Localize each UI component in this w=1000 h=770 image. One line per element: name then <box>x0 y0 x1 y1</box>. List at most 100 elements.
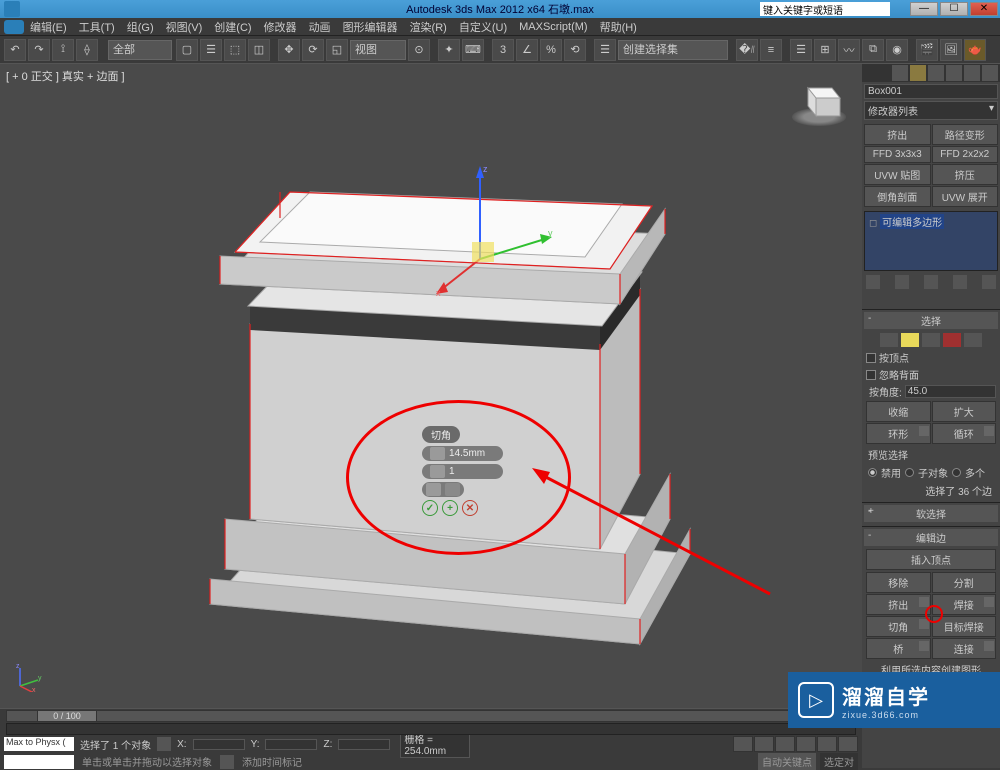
bridge-options-icon[interactable] <box>919 641 929 651</box>
window-crossing-button[interactable]: ◫ <box>248 39 270 61</box>
shrink-button[interactable]: 收缩 <box>866 401 931 422</box>
autokey-button[interactable] <box>733 736 753 752</box>
layer-button[interactable]: ☰ <box>790 39 812 61</box>
autokey-label[interactable]: 自动关键点 <box>758 753 816 770</box>
chamfer-button[interactable]: 切角 <box>866 616 931 637</box>
align-button[interactable]: ≡ <box>760 39 782 61</box>
btn-bevelprofile[interactable]: 倒角剖面 <box>864 186 931 207</box>
scale-button[interactable]: ◱ <box>326 39 348 61</box>
remove-button[interactable]: 移除 <box>866 572 931 593</box>
btn-uvwunwrap[interactable]: UVW 展开 <box>932 186 999 207</box>
help-search-input[interactable]: 键入关键字或短语 <box>760 2 890 16</box>
z-coord-field[interactable] <box>338 739 390 750</box>
connect-options-icon[interactable] <box>984 641 994 651</box>
go-start-button[interactable] <box>754 736 774 752</box>
ring-options-icon[interactable] <box>919 426 929 436</box>
play-button[interactable] <box>796 736 816 752</box>
snap-toggle-button[interactable]: 3 <box>492 39 514 61</box>
move-button[interactable]: ✥ <box>278 39 300 61</box>
rollout-edit-edges-title[interactable]: 编辑边 <box>864 529 998 546</box>
subobj-element-icon[interactable] <box>964 333 982 347</box>
split-button[interactable]: 分割 <box>932 572 997 593</box>
y-coord-field[interactable] <box>265 739 317 750</box>
menu-animation[interactable]: 动画 <box>309 19 331 35</box>
rollout-soft-title[interactable]: +软选择 <box>864 505 998 522</box>
insert-vertex-button[interactable]: 插入顶点 <box>866 549 996 570</box>
track-bar[interactable] <box>6 723 856 735</box>
subobj-edge-icon[interactable] <box>901 333 919 347</box>
x-coord-field[interactable] <box>193 739 245 750</box>
manipulate-button[interactable]: ✦ <box>438 39 460 61</box>
prev-frame-button[interactable] <box>775 736 795 752</box>
chamfer-options-icon[interactable] <box>919 619 929 629</box>
lock-selection-icon[interactable] <box>157 737 171 751</box>
time-tag[interactable]: 添加时间标记 <box>242 754 302 769</box>
preview-off-radio[interactable] <box>868 468 877 477</box>
rendered-frame-button[interactable]: 🖼 <box>940 39 962 61</box>
maxscript-listener[interactable]: Max to Physx ( <box>4 737 74 751</box>
preview-subobj-radio[interactable] <box>905 468 914 477</box>
viewcube[interactable] <box>792 76 846 130</box>
menu-edit[interactable]: 编辑(E) <box>30 19 67 35</box>
caddy-cancel-button[interactable]: ✕ <box>462 500 478 516</box>
rotate-button[interactable]: ⟳ <box>302 39 324 61</box>
go-end-button[interactable] <box>838 736 858 752</box>
object-name-field[interactable]: Box001 <box>864 84 998 99</box>
caddy-apply-button[interactable]: + <box>442 500 458 516</box>
extrude-options-icon[interactable] <box>919 597 929 607</box>
link-button[interactable]: ⟟ <box>52 39 74 61</box>
select-region-button[interactable]: ⬚ <box>224 39 246 61</box>
rollout-selection-title[interactable]: 选择 <box>864 312 998 329</box>
tab-display-icon[interactable] <box>964 65 980 81</box>
pivot-button[interactable]: ⊙ <box>408 39 430 61</box>
subobj-polygon-icon[interactable] <box>943 333 961 347</box>
ring-button[interactable]: 环形 <box>866 423 931 444</box>
modifier-list-dropdown[interactable]: 修改器列表▾ <box>864 101 998 120</box>
minimize-button[interactable]: — <box>910 2 938 16</box>
btn-ffd222[interactable]: FFD 2x2x2 <box>932 146 999 163</box>
material-editor-button[interactable]: ◉ <box>886 39 908 61</box>
weld-button[interactable]: 焊接 <box>932 594 997 615</box>
btn-ffd333[interactable]: FFD 3x3x3 <box>864 146 931 163</box>
angle-snap-button[interactable]: ∠ <box>516 39 538 61</box>
viewport[interactable]: [ + 0 正交 ] 真实 + 边面 ] <box>0 64 862 708</box>
time-slider-handle[interactable]: 0 / 100 <box>37 710 97 722</box>
isolate-icon[interactable] <box>220 755 234 769</box>
connect-button[interactable]: 连接 <box>932 638 997 659</box>
pin-stack-icon[interactable] <box>866 275 880 289</box>
named-selset-button[interactable]: ☰ <box>594 39 616 61</box>
menu-modifiers[interactable]: 修改器 <box>264 19 297 35</box>
select-button[interactable]: ▢ <box>176 39 198 61</box>
remove-modifier-icon[interactable] <box>953 275 967 289</box>
percent-snap-button[interactable]: % <box>540 39 562 61</box>
maximize-button[interactable]: ☐ <box>940 2 968 16</box>
target-weld-button[interactable]: 目标焊接 <box>932 616 997 637</box>
preview-multi-radio[interactable] <box>952 468 961 477</box>
subobj-border-icon[interactable] <box>922 333 940 347</box>
grow-button[interactable]: 扩大 <box>932 401 997 422</box>
menu-tools[interactable]: 工具(T) <box>79 19 115 35</box>
menu-group[interactable]: 组(G) <box>127 19 154 35</box>
tab-motion-icon[interactable] <box>946 65 962 81</box>
subobj-vertex-icon[interactable] <box>880 333 898 347</box>
app-menu-icon[interactable] <box>4 20 24 34</box>
menu-rendering[interactable]: 渲染(R) <box>410 19 447 35</box>
by-vertex-checkbox[interactable] <box>866 353 876 363</box>
time-slider[interactable]: 0 / 100 <box>6 710 856 722</box>
menu-grapheditors[interactable]: 图形编辑器 <box>343 19 398 35</box>
menu-help[interactable]: 帮助(H) <box>600 19 637 35</box>
close-button[interactable]: ✕ <box>970 2 998 16</box>
graphite-button[interactable]: ⊞ <box>814 39 836 61</box>
loop-button[interactable]: 循环 <box>932 423 997 444</box>
btn-extrude[interactable]: 挤出 <box>864 124 931 145</box>
chamfer-segments-field[interactable]: 1 <box>422 464 503 479</box>
configure-sets-icon[interactable] <box>982 275 996 289</box>
extrude-edge-button[interactable]: 挤出 <box>866 594 931 615</box>
selection-filter-dropdown[interactable]: 全部 <box>108 40 172 60</box>
curve-editor-button[interactable]: 〰 <box>838 39 860 61</box>
undo-button[interactable]: ↶ <box>4 39 26 61</box>
select-name-button[interactable]: ☰ <box>200 39 222 61</box>
tab-hierarchy-icon[interactable] <box>928 65 944 81</box>
unlink-button[interactable]: ⟠ <box>76 39 98 61</box>
key-selected-label[interactable]: 选定对 <box>820 753 858 770</box>
